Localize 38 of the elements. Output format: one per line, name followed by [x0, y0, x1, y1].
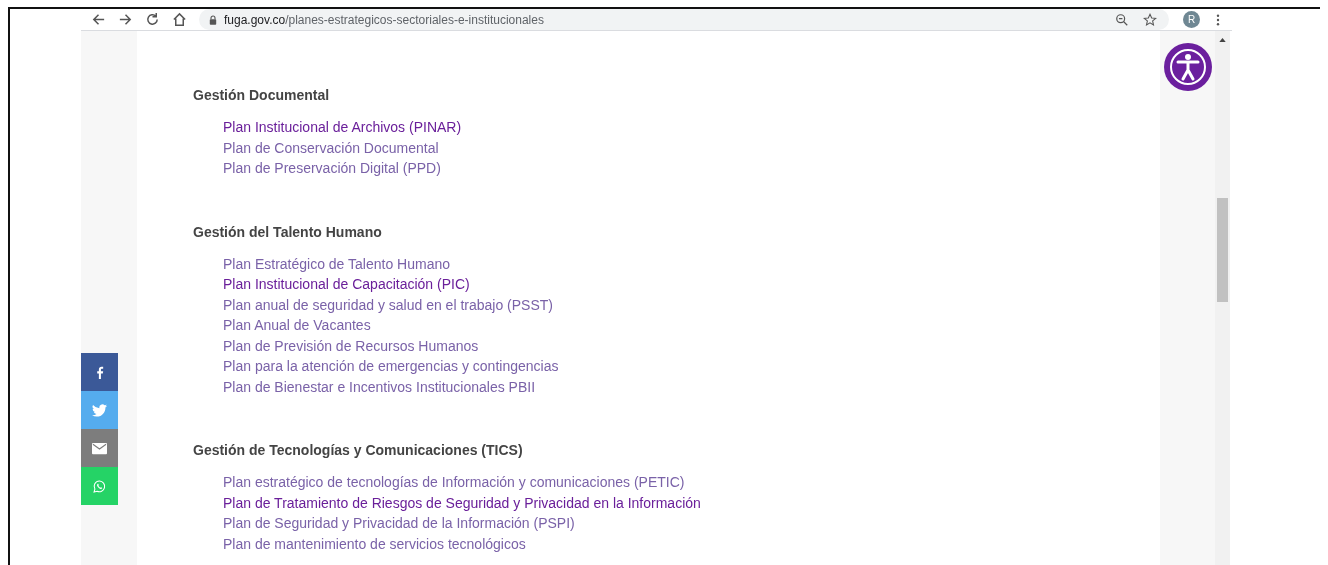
back-icon[interactable] — [91, 12, 106, 27]
star-icon[interactable] — [1143, 12, 1157, 27]
accessibility-icon — [1167, 47, 1208, 87]
plan-link[interactable]: Plan de mantenimiento de servicios tecnológicos — [223, 533, 526, 554]
plan-link[interactable]: Plan Institucional de Archivos (PINAR) — [223, 117, 462, 138]
plan-link[interactable]: Plan de Previsión de Recursos Humanos — [223, 335, 479, 356]
plan-link[interactable]: Plan de Bienestar e Incentivos Institucionales PBII — [223, 376, 536, 397]
email-share-button[interactable] — [81, 429, 118, 467]
home-icon[interactable] — [172, 12, 187, 27]
plan-link[interactable]: Plan Institucional de Capacitación (PIC) — [223, 274, 470, 295]
menu-icon[interactable] — [1216, 13, 1220, 26]
plan-link[interactable]: Plan de Preservación Digital (PPD) — [223, 158, 441, 179]
plan-link[interactable]: Plan Estratégico de Talento Humano — [223, 253, 450, 274]
plan-link[interactable]: Plan anual de seguridad y salud en el trabajo (PSST) — [223, 294, 553, 315]
zoom-out-icon[interactable] — [1115, 12, 1129, 27]
section-heading: Gestión del Talento Humano — [193, 223, 383, 240]
section-heading: Gestión de Tecnologías y Comunicaciones (TICS) — [193, 442, 524, 458]
plan-link[interactable]: Plan Anual de Vacantes — [223, 315, 371, 336]
scroll-up-icon[interactable] — [1219, 38, 1226, 42]
accessibility-button[interactable] — [1163, 43, 1212, 91]
bird-icon — [92, 403, 107, 417]
facebook-share-button[interactable] — [81, 353, 118, 391]
plan-link[interactable]: Plan para la atención de emergencias y contingencias — [223, 356, 559, 377]
plan-link[interactable]: Plan de Conservación Documental — [223, 137, 439, 158]
plan-link[interactable]: Plan de Tratamiento de Riesgos de Seguridad y Privacidad en la Información — [223, 492, 701, 513]
plan-link[interactable]: Plan de Seguridad y Privacidad de la Información (PSPI) — [223, 513, 575, 534]
scrollbar[interactable] — [1215, 31, 1230, 565]
forward-icon[interactable] — [118, 12, 133, 27]
plan-link[interactable]: Plan estratégico de tecnologías de Información y comunicaciones (PETIC) — [223, 472, 685, 493]
chat-phone-icon — [92, 479, 107, 493]
scrollbar-thumb[interactable] — [1217, 198, 1228, 302]
lock-icon — [209, 14, 217, 25]
address-bar[interactable]: fuga.gov.co/planes-estrategicos-sectoriales-e-institucionales — [199, 9, 1169, 30]
envelope-icon — [92, 441, 107, 455]
profile-avatar[interactable]: R — [1183, 11, 1200, 28]
facebook-icon — [95, 365, 104, 379]
section-heading: Gestión Documental — [193, 87, 331, 103]
reload-icon[interactable] — [145, 12, 160, 27]
